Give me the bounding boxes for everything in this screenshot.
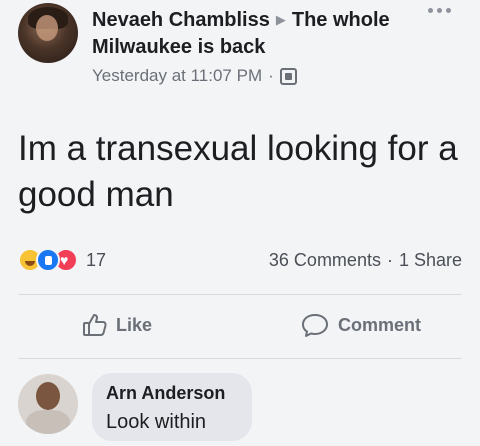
meta-separator: · — [268, 66, 274, 85]
comment-bubble-icon — [302, 314, 328, 337]
like-reaction-icon — [36, 248, 60, 272]
comments-count[interactable]: 36 Comments — [269, 250, 381, 270]
divider-top — [18, 294, 462, 295]
commenter-name[interactable]: Arn Anderson — [106, 383, 225, 404]
comment-bubble: Arn Anderson Look within — [92, 373, 252, 441]
post-header: Nevaeh Chambliss ▶ The whole Milwaukee is … — [92, 6, 422, 61]
group-audience-icon — [279, 67, 297, 85]
post-text: Im a transexual looking for a good man — [18, 129, 458, 214]
reaction-summary[interactable]: 17 — [18, 248, 106, 272]
facebook-post: Nevaeh Chambliss ▶ The whole Milwaukee is … — [0, 0, 480, 446]
comment-text: Look within — [106, 411, 207, 433]
post-meta: Yesterday at 11:07 PM · — [92, 66, 297, 86]
thumbs-up-icon — [83, 314, 107, 336]
more-options-icon[interactable] — [428, 8, 451, 13]
engagement-counts: 36 Comments · 1 Share — [269, 250, 462, 271]
post-timestamp[interactable]: Yesterday at 11:07 PM — [92, 66, 262, 86]
like-button[interactable]: Like — [82, 312, 152, 338]
commenter-avatar[interactable] — [18, 374, 78, 434]
counts-separator: · — [386, 250, 393, 270]
like-label: Like — [116, 314, 153, 335]
arrow-right-icon: ▶ — [275, 12, 286, 27]
comment-label: Comment — [338, 314, 422, 335]
comment-button[interactable]: Comment — [300, 312, 421, 338]
author-name[interactable]: Nevaeh Chambliss — [92, 9, 270, 31]
divider-bottom — [18, 358, 462, 359]
reaction-count: 17 — [86, 249, 107, 270]
shares-count[interactable]: 1 Share — [399, 250, 462, 270]
author-avatar[interactable] — [18, 3, 78, 63]
